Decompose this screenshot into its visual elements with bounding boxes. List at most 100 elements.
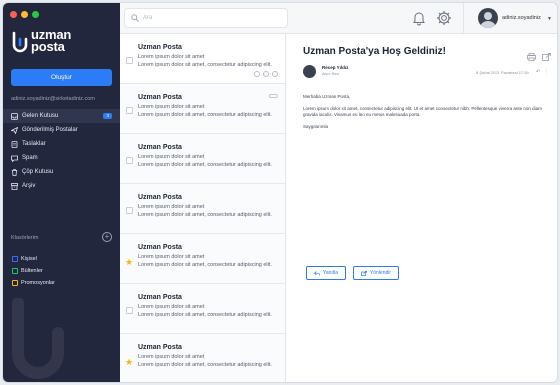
- nav-label: Gelen Kutusu: [22, 113, 59, 119]
- folder-color-icon: [12, 256, 18, 262]
- star-icon[interactable]: ★: [125, 358, 133, 367]
- nav-item-trash[interactable]: Çöp Kutusu: [3, 165, 120, 179]
- nav-item-sent[interactable]: Gönderilmiş Postalar: [3, 123, 120, 137]
- mail-closing: Saygılarımla: [303, 124, 329, 129]
- mail-list-item[interactable]: Uzman Posta Lorem ipsum dolor sit amet L…: [120, 284, 285, 334]
- brand-logo-icon: [12, 31, 28, 53]
- brand-name: uzman posta: [31, 28, 71, 54]
- folder-color-icon: [12, 268, 18, 274]
- notifications-bell-icon[interactable]: [411, 10, 427, 26]
- mail-preview: Lorem ipsum dolor sit amet, consectetur …: [138, 312, 272, 318]
- close-window-button[interactable]: [10, 11, 17, 18]
- folder-promotions[interactable]: Promosyonlar: [12, 280, 55, 286]
- nav-label: Spam: [22, 155, 38, 161]
- mail-sender: Uzman Posta: [138, 294, 182, 301]
- mail-subject: Lorem ipsum dolor sit amet: [138, 104, 205, 110]
- nav-label: Çöp Kutusu: [22, 169, 54, 175]
- mail-list-item[interactable]: Uzman Posta Lorem ipsum dolor sit amet L…: [120, 34, 285, 84]
- app-window: uzman posta Oluştur adiniz.soyadiniz@sir…: [2, 2, 558, 383]
- mail-checkbox[interactable]: [126, 207, 133, 214]
- clock-icon[interactable]: [254, 71, 260, 77]
- sender-avatar: [303, 65, 316, 78]
- mail-body: Merhaba Uzman Posta, Lorem ipsum dolor s…: [303, 94, 553, 136]
- folder-newsletters[interactable]: Bültenler: [12, 268, 43, 274]
- user-avatar[interactable]: [478, 8, 498, 28]
- mail-subject: Lorem ipsum dolor sit amet: [138, 304, 205, 310]
- mail-list-item[interactable]: ★ Uzman Posta Lorem ipsum dolor sit amet…: [120, 334, 285, 382]
- search-icon: [131, 14, 139, 22]
- reply-icon[interactable]: ↶: [536, 69, 540, 75]
- folder-color-icon: [12, 280, 18, 286]
- nav-label: Arşiv: [22, 183, 36, 189]
- reply-arrow-icon: [313, 270, 320, 276]
- unread-count-badge: 3: [103, 113, 112, 119]
- folder-label: Promosyonlar: [21, 280, 55, 286]
- reply-button[interactable]: Yanıtla: [306, 266, 346, 280]
- add-folder-icon[interactable]: +: [102, 232, 112, 242]
- mail-list-item[interactable]: Uzman Posta Lorem ipsum dolor sit amet L…: [120, 84, 285, 134]
- mail-subject: Lorem ipsum dolor sit amet: [138, 204, 205, 210]
- more-options-icon[interactable]: ⋮: [544, 69, 549, 75]
- nav-label: Gönderilmiş Postalar: [22, 127, 78, 133]
- recipient-line: Alıcı: Ben: [322, 71, 340, 76]
- settings-gear-icon[interactable]: [436, 10, 452, 26]
- folder-personal[interactable]: Kişisel: [12, 256, 37, 262]
- brand-line-2: posta: [31, 39, 65, 54]
- minimize-window-button[interactable]: [21, 11, 28, 18]
- nav-item-inbox[interactable]: Gelen Kutusu 3: [3, 109, 120, 123]
- star-icon[interactable]: ★: [125, 258, 133, 267]
- mail-preview: Lorem ipsum dolor sit amet, consectetur …: [138, 262, 272, 268]
- mailbox-nav: Gelen Kutusu 3 Gönderilmiş Postalar Tasl…: [3, 109, 120, 193]
- sender-name: Recep Yıldız: [322, 65, 349, 70]
- mail-sender: Uzman Posta: [138, 94, 182, 101]
- archive-icon[interactable]: [263, 71, 269, 77]
- mail-subject-title: Uzman Posta'ya Hoş Geldiniz!: [303, 46, 446, 57]
- top-bar: adiniz.soyadiniz ▼: [120, 3, 557, 34]
- print-icon[interactable]: [527, 48, 536, 61]
- mail-subject: Lorem ipsum dolor sit amet: [138, 254, 205, 260]
- nav-item-drafts[interactable]: Taslaklar: [3, 137, 120, 151]
- mail-checkbox[interactable]: [126, 157, 133, 164]
- window-controls: [10, 11, 39, 18]
- mail-list-item[interactable]: Uzman Posta Lorem ipsum dolor sit amet L…: [120, 184, 285, 234]
- mail-subject: Lorem ipsum dolor sit amet: [138, 154, 205, 160]
- mail-sender: Uzman Posta: [138, 244, 182, 251]
- open-external-icon[interactable]: [542, 48, 551, 61]
- user-name[interactable]: adiniz.soyadiniz: [502, 15, 541, 21]
- trash-icon: [11, 168, 18, 176]
- nav-item-spam[interactable]: Spam: [3, 151, 120, 165]
- mail-preview: Lorem ipsum dolor sit amet, consectetur …: [138, 362, 272, 368]
- mail-checkbox[interactable]: [126, 307, 133, 314]
- forward-button[interactable]: Yönlendir: [353, 266, 399, 280]
- nav-item-archive[interactable]: Arşiv: [3, 179, 120, 193]
- mail-preview: Lorem ipsum dolor sit amet, consectetur …: [138, 212, 272, 218]
- send-icon: [11, 126, 18, 134]
- mail-greeting: Merhaba Uzman Posta,: [303, 94, 351, 99]
- search-box[interactable]: [124, 8, 288, 28]
- draft-icon: [11, 140, 18, 148]
- maximize-window-button[interactable]: [32, 11, 39, 18]
- trash-icon[interactable]: [272, 71, 278, 77]
- mail-list-item[interactable]: ★ Uzman Posta Lorem ipsum dolor sit amet…: [120, 234, 285, 284]
- mail-sender: Uzman Posta: [138, 44, 182, 51]
- reader-toolbar: [527, 48, 551, 61]
- chevron-down-icon[interactable]: ▼: [547, 16, 552, 22]
- mail-sender: Uzman Posta: [138, 194, 182, 201]
- mail-sender: Uzman Posta: [138, 144, 182, 151]
- mail-list-item[interactable]: Uzman Posta Lorem ipsum dolor sit amet L…: [120, 134, 285, 184]
- mail-actions: [254, 71, 278, 77]
- inbox-icon: [11, 112, 18, 120]
- mail-checkbox[interactable]: [126, 107, 133, 114]
- mail-checkbox[interactable]: [126, 57, 133, 64]
- label-tag-icon: [269, 94, 278, 98]
- account-email: adiniz.soyadiniz@sirketadiniz.com: [11, 96, 95, 102]
- mail-quick-actions: ↶ ⋮: [536, 69, 549, 75]
- mail-preview: Lorem ipsum dolor sit amet, consectetur …: [138, 112, 272, 118]
- compose-button[interactable]: Oluştur: [11, 69, 112, 86]
- mail-preview: Lorem ipsum dolor sit amet, consectetur …: [138, 62, 272, 68]
- mail-subject: Lorem ipsum dolor sit amet: [138, 354, 205, 360]
- divider: [463, 3, 464, 34]
- search-input[interactable]: [143, 15, 273, 21]
- forward-icon: [360, 270, 367, 276]
- user-photo-icon: [480, 12, 496, 28]
